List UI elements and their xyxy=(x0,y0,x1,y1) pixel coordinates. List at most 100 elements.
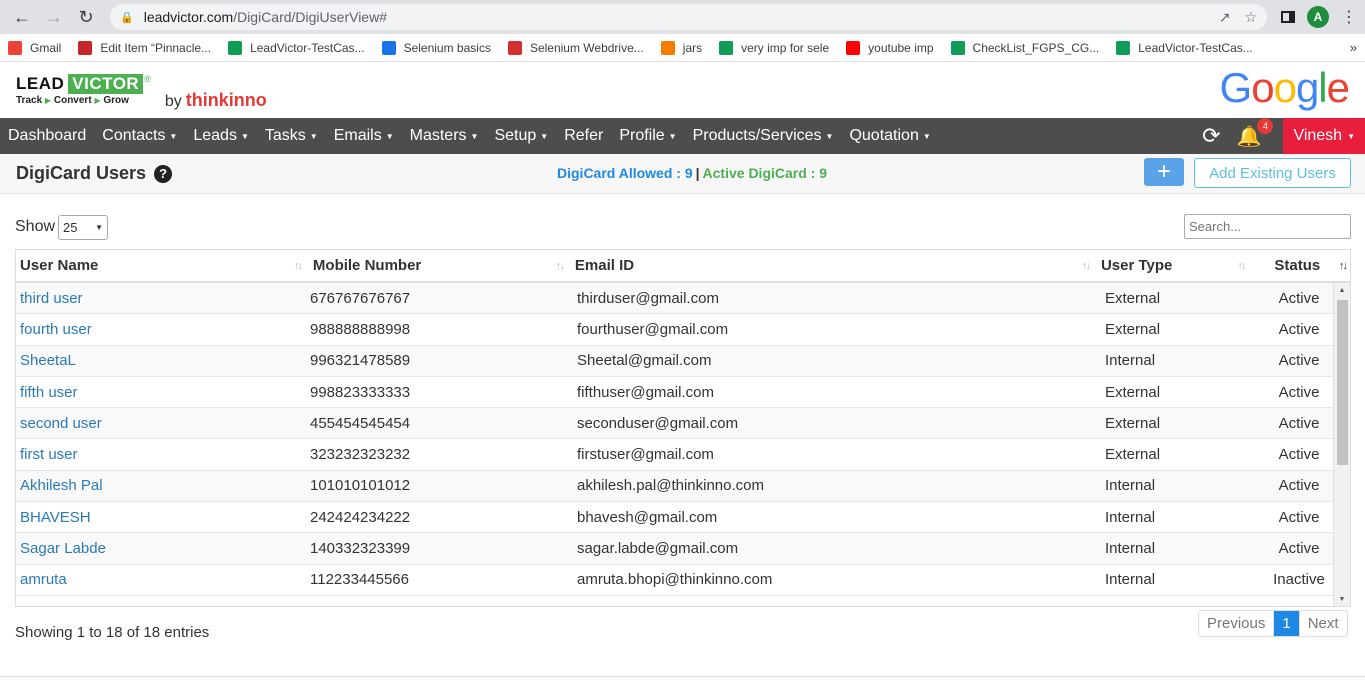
bookmark-item[interactable]: CheckList_FGPS_CG... xyxy=(950,40,1099,55)
user-name-link[interactable]: third user xyxy=(16,290,310,307)
status: Active xyxy=(1278,446,1320,464)
url-domain: leadvictor.com xyxy=(143,9,234,25)
main-navbar: Dashboard Contacts ▼ Leads ▼ Tasks ▼ Emails ▼ Mas… xyxy=(0,117,1365,154)
bookmark-item[interactable]: Selenium basics xyxy=(381,40,491,55)
user-type: External xyxy=(1105,414,1161,432)
bookmark-item[interactable]: Edit Item “Pinnacle... xyxy=(78,40,212,55)
nav-item-label: Leads xyxy=(193,127,237,144)
user-name-link[interactable]: fifth user xyxy=(16,384,310,401)
reload-icon[interactable]: ↻ xyxy=(72,3,100,31)
table-row: SheetaL 996321478589 Sheetal@gmail.com Inte… xyxy=(16,345,1350,377)
bookmark-item[interactable]: LeadVictor-TestCas... xyxy=(1116,40,1253,55)
status: Active xyxy=(1278,508,1320,526)
refresh-icon[interactable]: ⟳ xyxy=(1202,123,1220,149)
header-label: User Name xyxy=(20,257,99,274)
bookmark-item[interactable]: jars xyxy=(660,40,702,55)
menu-icon[interactable]: ⋮ xyxy=(1341,7,1357,27)
google-letter: l xyxy=(1318,64,1327,111)
user-name-link[interactable]: Sagar Labde xyxy=(16,540,310,557)
google-logo: Google xyxy=(1220,64,1350,112)
nav-item-leads[interactable]: Leads ▼ xyxy=(185,127,257,145)
separator: | xyxy=(695,165,700,181)
address-bar[interactable]: 🔒 leadvictor.com/DigiCard/DigiUserView# … xyxy=(110,4,1267,30)
email-id: fourthuser@gmail.com xyxy=(577,320,729,338)
tag-convert: Convert xyxy=(53,95,92,106)
bookmark-item[interactable]: Gmail xyxy=(8,40,62,55)
user-name-link[interactable]: second user xyxy=(16,415,310,432)
bookmark-label: Edit Item “Pinnacle... xyxy=(100,40,212,55)
header-mobile-number[interactable]: Mobile Number ↑↓ xyxy=(309,250,571,281)
user-name-link[interactable]: first user xyxy=(16,446,310,463)
bookmark-item[interactable]: very imp for sele xyxy=(719,40,830,55)
sort-icon: ↑↓ xyxy=(1237,259,1246,272)
status: Active xyxy=(1278,414,1320,432)
leadvictor-logo[interactable]: LEAD VICTOR ® Track ▶ Convert ▶ Grow xyxy=(16,74,151,106)
user-menu[interactable]: Vinesh ▼ xyxy=(1283,118,1365,154)
chevron-down-icon: ▼ xyxy=(309,131,318,141)
help-icon[interactable]: ? xyxy=(154,164,173,183)
user-type: Internal xyxy=(1105,352,1156,370)
google-letter: e xyxy=(1326,64,1350,111)
search-input[interactable] xyxy=(1184,214,1351,239)
user-name-link[interactable]: fourth user xyxy=(16,321,310,338)
mobile-number: 676767676767 xyxy=(310,289,411,307)
bookmark-item[interactable]: LeadVictor-TestCas... xyxy=(228,40,365,55)
back-icon[interactable]: ← xyxy=(8,3,36,31)
nav-item-label: Tasks xyxy=(264,127,306,144)
forward-icon[interactable]: → xyxy=(40,3,68,31)
header-label: Status xyxy=(1274,257,1321,274)
bookmark-label: very imp for sele xyxy=(741,40,830,55)
scroll-down-icon[interactable]: ▼ xyxy=(1334,592,1350,606)
nav-item-emails[interactable]: Emails ▼ xyxy=(326,127,402,145)
add-user-button[interactable]: + xyxy=(1144,158,1184,186)
user-name-link[interactable]: BHAVESH xyxy=(16,509,310,526)
nav-item-dashboard[interactable]: Dashboard xyxy=(0,127,94,145)
nav-item-refer[interactable]: Refer xyxy=(556,127,611,145)
by-text: by xyxy=(164,92,182,110)
star-icon[interactable]: ☆ xyxy=(1244,9,1257,26)
scroll-thumb[interactable] xyxy=(1337,300,1348,465)
page-size-select[interactable]: 25 ▼ xyxy=(58,215,108,240)
nav-item-contacts[interactable]: Contacts ▼ xyxy=(94,127,185,145)
mobile-number: 101010101012 xyxy=(310,477,411,495)
next-button[interactable]: Next xyxy=(1298,611,1347,636)
page-1-button[interactable]: 1 xyxy=(1273,611,1299,636)
table-info: Showing 1 to 18 of 18 entries xyxy=(15,624,210,641)
scroll-up-icon[interactable]: ▲ xyxy=(1334,283,1350,297)
email-id: thirduser@gmail.com xyxy=(577,289,719,307)
notification-bell-icon[interactable]: 🔔 4 xyxy=(1237,117,1274,149)
add-existing-users-button[interactable]: Add Existing Users xyxy=(1194,158,1351,188)
bookmark-icon xyxy=(381,40,396,55)
table-row: fifth user 998823333333 fifthuser@gmail.co… xyxy=(16,377,1350,409)
more-bookmarks-icon[interactable]: » xyxy=(1350,40,1357,55)
table-scrollbar[interactable]: ▲ ▼ xyxy=(1333,283,1350,606)
mobile-number: 988888888998 xyxy=(310,320,411,338)
bookmark-item[interactable]: Selenium Webdrive... xyxy=(507,40,644,55)
profile-avatar[interactable]: A xyxy=(1307,6,1329,28)
table-row: first user 323232323232 firstuser@gmail.co… xyxy=(16,439,1350,471)
status: Active xyxy=(1278,289,1320,307)
google-letter: o xyxy=(1251,64,1274,111)
share-icon[interactable]: ↗ xyxy=(1219,9,1231,26)
nav-item-masters[interactable]: Masters ▼ xyxy=(402,127,487,145)
header-email-id[interactable]: Email ID ↑↓ xyxy=(571,250,1097,281)
bookmark-item[interactable]: youtube imp xyxy=(846,40,934,55)
header-user-name[interactable]: User Name ↑↓ xyxy=(16,250,309,281)
nav-item-setup[interactable]: Setup ▼ xyxy=(486,127,556,145)
bookmark-label: Selenium Webdrive... xyxy=(529,40,644,55)
user-name-link[interactable]: SheetaL xyxy=(16,352,310,369)
nav-item-products-services[interactable]: Products/Services ▼ xyxy=(685,127,842,145)
nav-item-tasks[interactable]: Tasks ▼ xyxy=(257,127,326,145)
side-panel-icon[interactable] xyxy=(1281,11,1295,23)
user-type: Internal xyxy=(1105,508,1156,526)
header-user-type[interactable]: User Type ↑↓ xyxy=(1097,250,1252,281)
page-title-text: DigiCard Users xyxy=(16,163,147,183)
user-name-link[interactable]: Akhilesh Pal xyxy=(16,477,310,494)
nav-item-profile[interactable]: Profile ▼ xyxy=(611,127,684,145)
nav-item-quotation[interactable]: Quotation ▼ xyxy=(841,127,938,145)
previous-button[interactable]: Previous xyxy=(1199,611,1274,636)
user-name-link[interactable]: amruta xyxy=(16,571,310,588)
bookmark-label: Gmail xyxy=(30,40,62,55)
header-status[interactable]: Status ↑↓ xyxy=(1252,250,1350,281)
page-title: DigiCard Users ? xyxy=(16,163,173,184)
